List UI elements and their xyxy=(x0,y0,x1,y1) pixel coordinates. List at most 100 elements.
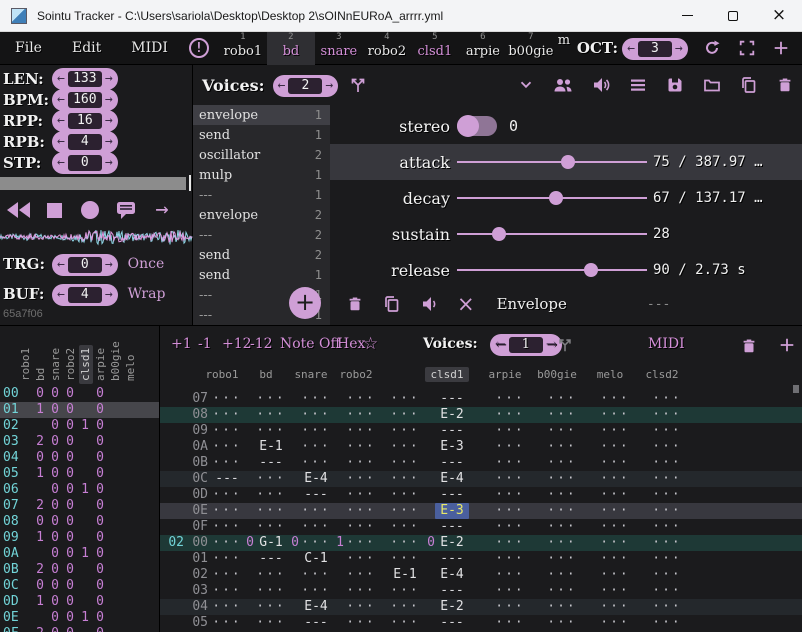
note-cell[interactable]: ··· xyxy=(200,519,244,535)
note-cell[interactable]: ··· xyxy=(483,487,527,503)
note-cell[interactable]: ··· xyxy=(334,407,378,423)
note-cell[interactable]: ··· xyxy=(200,391,244,407)
unit-row-mulp[interactable]: mulp1 xyxy=(193,165,330,185)
order-row-06[interactable]: 060010 xyxy=(0,482,160,498)
note-cell[interactable]: ··· xyxy=(378,455,422,471)
note-cell[interactable]: ··· xyxy=(588,599,632,615)
note-cell[interactable]: ··· xyxy=(588,503,632,519)
order-row-00[interactable]: 000000 xyxy=(0,386,160,402)
order-row-03[interactable]: 032000 xyxy=(0,434,160,450)
note-cell[interactable]: ··· xyxy=(289,567,333,583)
note-cell[interactable]: ··· xyxy=(289,423,333,439)
order-pattern-cell[interactable]: 0 xyxy=(63,498,77,514)
order-header-melo[interactable]: melo xyxy=(124,352,138,385)
order-pattern-cell[interactable]: 0 xyxy=(48,434,62,450)
note-cell[interactable]: ··· xyxy=(483,583,527,599)
track-tab-m[interactable]: m xyxy=(555,32,573,65)
note-cell[interactable]: ··· xyxy=(640,583,684,599)
note-cell[interactable]: ··· xyxy=(483,599,527,615)
param-slider-sustain[interactable] xyxy=(457,233,647,235)
pattern-row-05[interactable]: 05······---······---············ xyxy=(160,615,802,631)
note-cell[interactable]: --- xyxy=(200,471,244,487)
instrument-voices-spinner-decrement-arrow[interactable]: ← xyxy=(278,77,286,95)
order-pattern-cell[interactable]: 0 xyxy=(63,434,77,450)
order-pattern-cell[interactable]: 0 xyxy=(93,498,107,514)
add-track-icon[interactable] xyxy=(778,336,796,354)
order-header-robo1[interactable]: robo1 xyxy=(19,345,33,384)
bpm-spinner-decrement-arrow[interactable]: ← xyxy=(57,91,65,109)
pattern-row-01[interactable]: 01···---C-1······---············ xyxy=(160,551,802,567)
note-cell[interactable]: ··· xyxy=(200,535,244,551)
note-cell[interactable]: E-4 xyxy=(425,567,469,583)
octave-spinner-increment-arrow[interactable]: → xyxy=(675,40,683,58)
pattern-row-07[interactable]: 07···············---············ xyxy=(160,391,802,407)
pattern-row-00[interactable]: 0200···0G-10···1······0E-2············ xyxy=(160,535,802,551)
order-pattern-cell[interactable]: 0 xyxy=(63,482,77,498)
toolbar-button-+12[interactable]: +12 xyxy=(222,336,252,352)
order-pattern-cell[interactable]: 0 xyxy=(93,402,107,418)
delete-unit-icon[interactable] xyxy=(346,294,364,314)
order-pattern-cell[interactable]: 0 xyxy=(63,578,77,594)
note-cell[interactable]: C-1 xyxy=(289,551,333,567)
note-cell[interactable]: ··· xyxy=(334,455,378,471)
order-pattern-cell[interactable]: 1 xyxy=(33,466,47,482)
note-cell[interactable]: --- xyxy=(289,615,333,631)
order-pattern-cell[interactable]: 0 xyxy=(63,466,77,482)
note-cell[interactable]: ··· xyxy=(588,615,632,631)
note-cell[interactable]: ··· xyxy=(483,407,527,423)
note-cell[interactable]: ··· xyxy=(334,599,378,615)
pattern-row-0E[interactable]: 0E···············E-3············ xyxy=(160,503,802,519)
trigger-mode[interactable]: Once xyxy=(128,256,165,272)
menu-edit[interactable]: Edit xyxy=(57,40,116,56)
len-spinner-decrement-arrow[interactable]: ← xyxy=(57,70,65,88)
note-cell[interactable]: ··· xyxy=(244,567,288,583)
note-cell[interactable]: ··· xyxy=(640,471,684,487)
order-pattern-cell[interactable]: 0 xyxy=(63,418,77,434)
note-cell[interactable]: ··· xyxy=(483,455,527,471)
unit-row-oscillator[interactable]: oscillator2 xyxy=(193,145,330,165)
order-row-0A[interactable]: 0A0010 xyxy=(0,546,160,562)
note-cell[interactable]: --- xyxy=(425,583,469,599)
pattern-header-b00gie[interactable]: b00gie xyxy=(527,368,587,381)
toolbar-button-hex[interactable]: Hex xyxy=(337,336,365,352)
note-cell[interactable]: ··· xyxy=(535,599,579,615)
note-cell[interactable]: ··· xyxy=(588,391,632,407)
order-pattern-cell[interactable]: 2 xyxy=(33,434,47,450)
note-cell[interactable]: ··· xyxy=(483,439,527,455)
note-cell[interactable]: ··· xyxy=(640,551,684,567)
order-row-04[interactable]: 040000 xyxy=(0,450,160,466)
note-cell[interactable]: ··· xyxy=(535,535,579,551)
order-pattern-cell[interactable]: 0 xyxy=(33,450,47,466)
note-cell[interactable]: ··· xyxy=(483,567,527,583)
note-cell[interactable]: E-3 xyxy=(425,503,469,519)
order-pattern-cell[interactable]: 0 xyxy=(93,626,107,632)
order-header-b00gie[interactable]: b00gie xyxy=(109,338,123,384)
mute-speaker-icon[interactable] xyxy=(591,75,611,95)
note-cell[interactable]: ··· xyxy=(289,439,333,455)
note-cell[interactable]: ··· xyxy=(378,503,422,519)
pattern-header-melo[interactable]: melo xyxy=(580,368,640,381)
maximize-button[interactable] xyxy=(710,0,756,32)
pattern-header-arpie[interactable]: arpie xyxy=(475,368,535,381)
slider-thumb[interactable] xyxy=(561,155,575,169)
note-cell[interactable]: ··· xyxy=(535,567,579,583)
order-row-0D[interactable]: 0D1000 xyxy=(0,594,160,610)
rewind-button[interactable] xyxy=(0,197,36,223)
copy-unit-icon[interactable] xyxy=(382,294,402,314)
note-cell[interactable]: ··· xyxy=(588,519,632,535)
len-spinner-increment-arrow[interactable]: → xyxy=(105,70,113,88)
order-pattern-cell[interactable]: 0 xyxy=(63,626,77,632)
order-pattern-cell[interactable]: 0 xyxy=(93,530,107,546)
note-cell[interactable]: ··· xyxy=(244,519,288,535)
delete-instrument-icon[interactable] xyxy=(776,75,794,95)
slider-thumb[interactable] xyxy=(492,227,506,241)
order-pattern-cell[interactable]: 2 xyxy=(33,498,47,514)
note-cell[interactable]: ··· xyxy=(200,455,244,471)
note-cell[interactable]: ··· xyxy=(334,615,378,631)
order-row-08[interactable]: 080000 xyxy=(0,514,160,530)
fullscreen-icon[interactable] xyxy=(738,39,756,57)
order-pattern-cell[interactable]: 0 xyxy=(48,594,62,610)
note-cell[interactable]: ··· xyxy=(640,599,684,615)
buffer-spinner-value[interactable]: 4 xyxy=(68,287,102,303)
pattern-row-0C[interactable]: 0C---···E-4······E-4············ xyxy=(160,471,802,487)
